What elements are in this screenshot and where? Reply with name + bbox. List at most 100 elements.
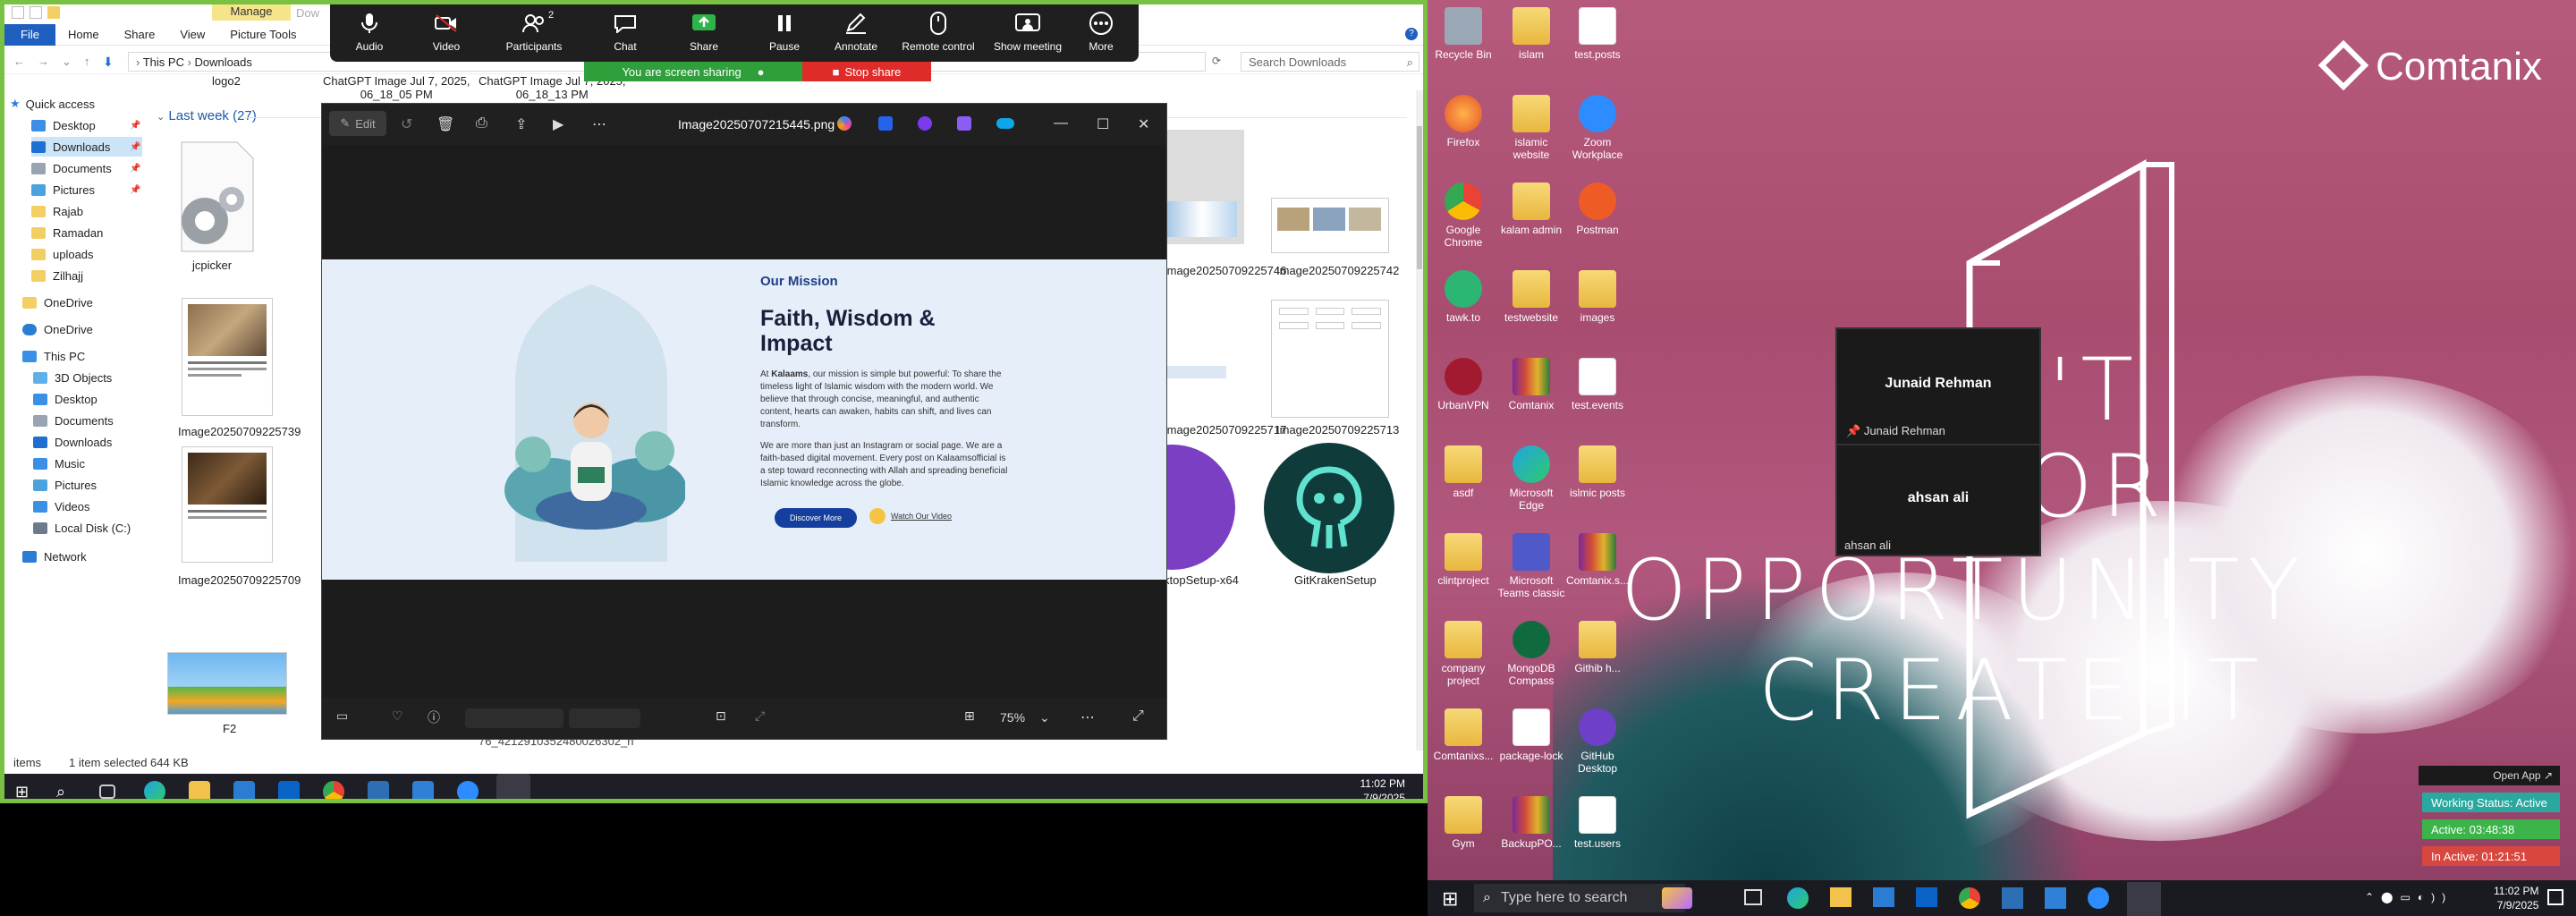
file-label[interactable]: Image20250709225739 [178, 425, 301, 438]
desktop-icon-item[interactable]: GitHub Desktop [1563, 708, 1631, 775]
file-label[interactable]: ktopSetup-x64 [1164, 573, 1239, 587]
setup-icon[interactable] [1164, 445, 1235, 570]
edit-button[interactable]: ✎ Edit [329, 111, 386, 136]
share-button[interactable]: Share [668, 10, 740, 53]
slideshow-icon[interactable]: ▶ [553, 115, 564, 133]
rotate-icon[interactable]: ↺ [401, 115, 412, 133]
tab-view[interactable]: View [167, 24, 217, 46]
open-app-button[interactable]: Open App ↗ [2419, 766, 2560, 785]
show-meeting-button[interactable]: Show meeting [983, 10, 1072, 53]
more-button[interactable]: More [1065, 10, 1137, 53]
nav-videos[interactable]: Videos [33, 496, 90, 516]
zoom-icon[interactable] [457, 781, 479, 799]
more-dots-icon[interactable]: ⋯ [1080, 708, 1095, 726]
desktop-icon-item[interactable]: kalam admin [1497, 182, 1565, 236]
mail-icon[interactable] [278, 781, 300, 799]
store-icon[interactable] [233, 781, 255, 799]
vscode-alt-icon[interactable] [2002, 887, 2023, 909]
minimize-icon[interactable]: — [1054, 115, 1068, 131]
nav-pc-desktop[interactable]: Desktop [33, 389, 97, 409]
desktop-icon-item[interactable]: company project [1429, 621, 1497, 687]
tab-home[interactable]: Home [55, 24, 112, 46]
desktop-icon-item[interactable]: Comtanix.s... [1563, 533, 1631, 587]
file-label[interactable]: Image20250709225746 [1164, 264, 1286, 277]
desktop-icon-item[interactable]: package-lock [1497, 708, 1565, 762]
nav-network[interactable]: Network [22, 547, 87, 566]
desktop-icon-item[interactable]: Githib h... [1563, 621, 1631, 674]
windows-start-icon[interactable]: ⊞ [15, 781, 37, 799]
nav-music[interactable]: Music [33, 454, 85, 473]
desktop-icon-item[interactable]: asdf [1429, 445, 1497, 499]
desktop-icon-item[interactable]: test.posts [1563, 7, 1631, 61]
search-highlight-icon[interactable] [1662, 887, 1692, 909]
group-header[interactable]: ⌄ Last week (27) [157, 108, 257, 123]
pin-icon[interactable]: 📌 [130, 185, 140, 195]
annotate-button[interactable]: Annotate [820, 10, 892, 53]
print-icon[interactable]: ⎙ [476, 115, 487, 131]
stop-share-button[interactable]: ■ Stop share [802, 62, 931, 81]
edge-icon[interactable] [144, 781, 165, 799]
desktop-icon-item[interactable]: testwebsite [1497, 270, 1565, 324]
pin-icon[interactable]: 📌 [130, 142, 140, 152]
gitkraken-icon[interactable] [1264, 443, 1394, 573]
desktop-icon-item[interactable]: islam [1497, 7, 1565, 61]
qat-icon[interactable] [12, 6, 24, 19]
nav-quick-access[interactable]: ★ Quick access [10, 94, 95, 114]
nav-3d-objects[interactable]: 3D Objects [33, 368, 112, 387]
breadcrumb-this-pc[interactable]: This PC [143, 55, 184, 69]
favorite-heart-icon[interactable]: ♡ [392, 708, 403, 724]
chat-button[interactable]: Chat [589, 10, 661, 53]
pause-button[interactable]: Pause [749, 10, 820, 53]
vscode-icon[interactable] [412, 781, 434, 799]
info-icon[interactable]: ⓘ [428, 708, 440, 726]
file-thumb-739[interactable] [182, 298, 273, 416]
file-thumb-f2[interactable] [167, 652, 287, 715]
nav-ramadan[interactable]: Ramadan [31, 223, 103, 242]
desktop-icon-item[interactable]: images [1563, 270, 1631, 324]
maximize-icon[interactable]: ☐ [1097, 115, 1109, 133]
desktop-icon-item[interactable]: Recycle Bin [1429, 7, 1497, 61]
qat-icon[interactable] [30, 6, 42, 19]
vscode-icon[interactable] [2045, 887, 2066, 909]
system-tray-icons[interactable]: ⌃⬤▭◐)) [2365, 891, 2453, 903]
desktop-icon-item[interactable]: Microsoft Edge [1497, 445, 1565, 512]
file-label[interactable]: Image20250709225709 [178, 573, 301, 587]
vscode-alt-icon[interactable] [368, 781, 389, 799]
expand-icon[interactable]: ⤢ [755, 708, 765, 724]
file-label[interactable]: Image20250709225717 [1164, 423, 1286, 437]
file-thumb-717[interactable] [1164, 362, 1230, 416]
nav-local-disk[interactable]: Local Disk (C:) [33, 518, 131, 538]
nav-rajab[interactable]: Rajab [31, 201, 83, 221]
app-icon[interactable] [957, 116, 971, 131]
taskbar-search-input[interactable]: ⌕ Type here to search [1474, 884, 1685, 912]
desktop-icon-item[interactable]: Google Chrome [1429, 182, 1497, 249]
file-thumb-746[interactable] [1164, 130, 1244, 244]
fullscreen-icon[interactable]: ⤢ [1132, 708, 1144, 725]
zoom-participant-panel[interactable]: Junaid Rehman 📌 Junaid Rehman ahsan ali … [1835, 327, 2041, 556]
pin-icon[interactable]: 📌 [130, 164, 140, 174]
video-button[interactable]: Video [411, 10, 482, 53]
desktop-icon-item[interactable]: Gym [1429, 796, 1497, 850]
desktop-icon-item[interactable]: tawk.to [1429, 270, 1497, 324]
nav-pc-pictures[interactable]: Pictures [33, 475, 97, 495]
participants-button[interactable]: Participants [498, 10, 570, 53]
forward-arrow-icon[interactable]: → [38, 55, 49, 69]
file-label[interactable]: logo2 [212, 74, 241, 88]
nav-onedrive-1[interactable]: OneDrive [22, 293, 93, 312]
desktop-icon-item[interactable]: Firefox [1429, 95, 1497, 148]
pin-icon[interactable]: 📌 [130, 121, 140, 131]
desktop-icon-item[interactable]: islmic posts [1563, 445, 1631, 499]
desktop-icon-item[interactable]: MongoDB Compass [1497, 621, 1565, 687]
search-input[interactable]: Search Downloads ⌕ [1241, 52, 1419, 72]
slider-placeholder[interactable] [465, 708, 564, 728]
task-view-icon[interactable] [1744, 889, 1762, 905]
filmstrip-icon[interactable]: ▭ [336, 708, 348, 724]
nav-zilhajj[interactable]: Zilhajj [31, 266, 83, 285]
zoom-level[interactable]: 75% ⌄ [1000, 710, 1050, 725]
desktop-icon-item[interactable]: islamic website [1497, 95, 1565, 161]
delete-icon[interactable]: 🗑 [436, 115, 454, 133]
mail-icon[interactable] [1916, 887, 1937, 907]
file-label[interactable]: Image20250709225742 [1276, 264, 1399, 277]
windows-start-icon[interactable]: ⊞ [1442, 887, 1458, 911]
desktop-icon-item[interactable]: Postman [1563, 182, 1631, 236]
